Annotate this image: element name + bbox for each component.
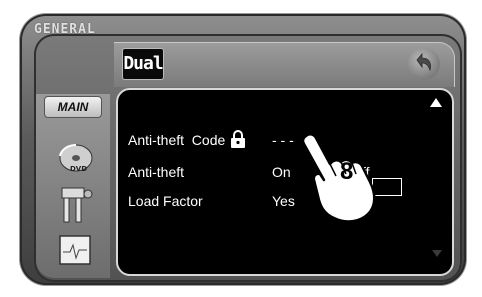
svg-text:DVD: DVD [70,165,87,173]
scroll-down-arrow[interactable] [432,250,442,257]
tools-icon [61,187,93,223]
sidebar-item-monitor[interactable] [50,232,98,272]
sidebar-item-tools[interactable] [50,182,98,223]
scroll-up-arrow[interactable] [430,98,442,107]
brand-logo: Dual [122,48,164,80]
anti-theft-label: Anti-theft [128,164,185,180]
monitor-icon [59,235,91,265]
load-factor-label: Load Factor [128,193,203,209]
back-arrow-icon [416,52,431,72]
step-number: 8 [340,158,354,185]
dvd-icon: DVD [59,143,93,173]
back-button[interactable] [408,48,440,80]
sidebar-item-dvd[interactable]: DVD [50,136,98,176]
header-bar [114,42,455,87]
lock-icon [231,130,245,148]
load-factor-value[interactable]: Yes [272,193,295,209]
section-title: GENERAL [34,22,96,37]
anti-theft-on-option[interactable]: On [272,164,291,180]
settings-screen [116,88,454,276]
anti-theft-code-value[interactable]: - - - [272,132,294,148]
main-button[interactable]: MAIN [44,96,102,118]
anti-theft-code-label[interactable]: Anti-theft Code [128,132,225,148]
